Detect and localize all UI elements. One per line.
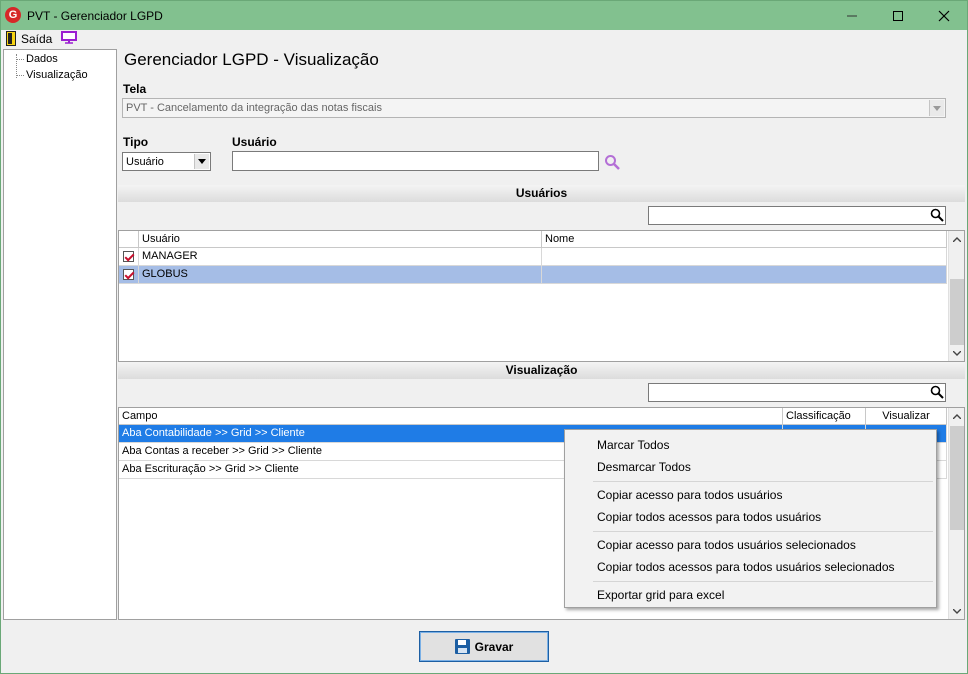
menu-item-copiar-todos-acessos-selecionados[interactable]: Copiar todos acessos para todos usuários… [597,560,895,574]
grid-header-visualizar[interactable]: Visualizar [866,408,947,425]
table-row[interactable]: MANAGER [119,248,947,266]
tipo-label: Tipo [123,135,149,149]
search-icon[interactable] [930,385,944,399]
usuarios-scrollbar[interactable] [948,231,964,361]
navigation-tree: Dados Visualização [3,49,117,620]
scroll-down-icon[interactable] [949,603,964,619]
nome-cell [542,266,947,284]
exit-button[interactable]: Saída [21,32,52,46]
maximize-button[interactable] [875,1,921,30]
visualizacao-search-input[interactable] [648,383,946,402]
scroll-thumb[interactable] [950,279,964,345]
tipo-select-value: Usuário [126,156,164,168]
monitor-icon[interactable] [61,31,77,44]
usuario-label: Usuário [232,135,277,149]
nome-cell [542,248,947,266]
context-menu: Marcar Todos Desmarcar Todos Copiar aces… [564,429,937,608]
checkbox[interactable] [123,269,134,280]
window-title: PVT - Gerenciador LGPD [27,9,163,23]
chevron-down-icon [929,100,944,116]
usuarios-search-input[interactable] [648,206,946,225]
search-icon[interactable] [930,208,944,222]
visualizacao-scrollbar[interactable] [948,408,964,619]
grid-header-classificacao[interactable]: Classificação [783,408,866,425]
menu-item-copiar-acesso-selecionados[interactable]: Copiar acesso para todos usuários seleci… [597,538,856,552]
tree-item-dados[interactable]: Dados [26,53,58,65]
visualizacao-section-header: Visualização [118,362,965,379]
scroll-up-icon[interactable] [949,231,964,247]
checkbox[interactable] [123,251,134,262]
tela-select[interactable]: PVT - Cancelamento da integração das not… [122,98,946,118]
search-icon[interactable] [604,154,621,171]
menu-item-marcar-todos[interactable]: Marcar Todos [597,438,669,452]
app-logo-icon: G [5,7,21,23]
grid-header-nome[interactable]: Nome [542,231,947,248]
usuario-cell: MANAGER [139,248,542,266]
grid-header-check [119,231,139,248]
menu-separator [593,531,933,532]
menu-separator [593,481,933,482]
close-icon [938,10,950,21]
tela-label: Tela [123,82,147,96]
grid-header-usuario[interactable]: Usuário [139,231,542,248]
chevron-down-icon [194,154,209,169]
tree-item-visualizacao[interactable]: Visualização [26,69,88,81]
close-button[interactable] [921,1,967,30]
scroll-thumb[interactable] [950,426,964,530]
scroll-up-icon[interactable] [949,408,964,424]
minimize-button[interactable] [829,1,875,30]
toolbar: Saída [1,30,967,48]
floppy-disk-icon [454,639,470,654]
table-row[interactable]: GLOBUS [119,266,947,284]
app-window: G PVT - Gerenciador LGPD Saída Dados Vis… [0,0,968,674]
maximize-icon [893,10,903,21]
menu-item-exportar-excel[interactable]: Exportar grid para excel [597,588,724,602]
menu-item-copiar-acesso-todos[interactable]: Copiar acesso para todos usuários [597,488,782,502]
minimize-icon [847,15,857,16]
tipo-select[interactable]: Usuário [122,152,211,171]
tree-connector [16,59,24,60]
grid-header-campo[interactable]: Campo [119,408,783,425]
usuario-input[interactable] [232,151,599,171]
exit-door-icon[interactable] [6,31,16,46]
save-button[interactable]: Gravar [419,631,549,662]
scroll-down-icon[interactable] [949,345,964,361]
row-check-cell [119,248,139,266]
tree-connector [16,75,24,76]
tela-select-value: PVT - Cancelamento da integração das not… [126,102,382,114]
title-bar: G PVT - Gerenciador LGPD [1,1,967,30]
menu-item-copiar-todos-acessos-todos[interactable]: Copiar todos acessos para todos usuários [597,510,821,524]
menu-item-desmarcar-todos[interactable]: Desmarcar Todos [597,460,691,474]
menu-separator [593,581,933,582]
save-button-label: Gravar [474,639,514,654]
usuario-cell: GLOBUS [139,266,542,284]
usuarios-grid: Usuário Nome MANAGER GLOBUS [118,230,965,362]
page-title: Gerenciador LGPD - Visualização [124,50,379,69]
row-check-cell [119,266,139,284]
usuarios-section-header: Usuários [118,185,965,202]
